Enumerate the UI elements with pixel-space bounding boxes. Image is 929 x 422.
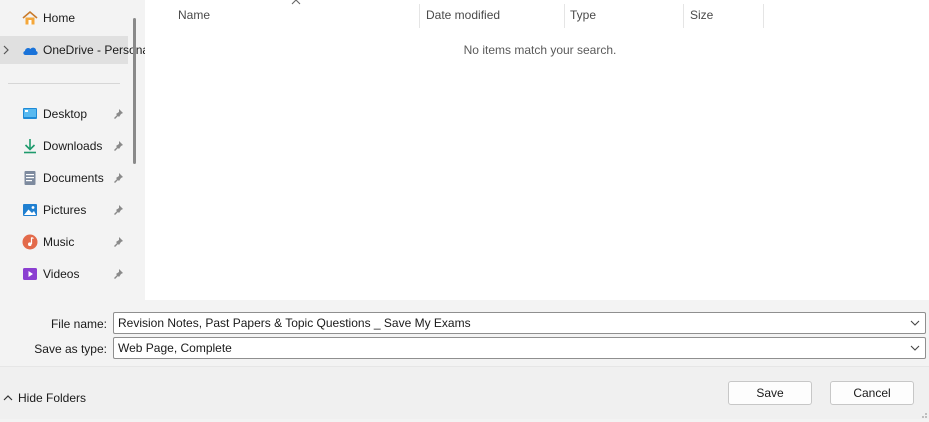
dialog-footer: Hide Folders Save Cancel xyxy=(0,366,929,419)
column-separator[interactable] xyxy=(763,4,764,28)
music-icon xyxy=(21,233,39,251)
document-icon xyxy=(21,169,39,187)
nav-item-label: Music xyxy=(43,235,75,249)
file-list-pane[interactable]: Name Date modified Type Size No items ma… xyxy=(145,0,929,300)
nav-item-pictures[interactable]: Pictures xyxy=(0,196,128,224)
cloud-icon xyxy=(21,41,39,59)
nav-item-label: Pictures xyxy=(43,203,87,217)
folder-icon xyxy=(21,297,39,300)
column-header-date-modified[interactable]: Date modified xyxy=(426,0,500,30)
nav-item-partial[interactable] xyxy=(0,292,128,300)
nav-item-home[interactable]: Home xyxy=(0,4,128,32)
nav-item-label: Documents xyxy=(43,171,104,185)
save-type-label: Save as type: xyxy=(34,342,107,356)
save-button[interactable]: Save xyxy=(728,381,812,405)
empty-message: No items match your search. xyxy=(463,43,617,57)
file-name-row: File name: Revision Notes, Past Papers &… xyxy=(0,312,929,336)
column-separator[interactable] xyxy=(419,4,420,28)
nav-divider xyxy=(8,83,120,84)
resize-grip-icon[interactable] xyxy=(918,408,928,418)
sort-up-icon xyxy=(291,0,301,9)
column-separator[interactable] xyxy=(564,4,565,28)
desktop-icon xyxy=(21,105,39,123)
column-header-size[interactable]: Size xyxy=(690,0,713,30)
nav-item-onedrive[interactable]: OneDrive - Personal xyxy=(0,36,145,64)
nav-item-label: Home xyxy=(43,11,76,25)
nav-item-music[interactable]: Music xyxy=(0,228,128,256)
nav-item-documents[interactable]: Documents xyxy=(0,164,128,192)
hide-folders-label: Hide Folders xyxy=(18,391,87,405)
nav-item-videos[interactable]: Videos xyxy=(0,260,128,288)
pin-icon[interactable] xyxy=(112,268,124,280)
nav-item-label: OneDrive - Personal xyxy=(43,43,145,57)
download-icon xyxy=(21,137,39,155)
pin-icon[interactable] xyxy=(112,140,124,152)
column-header-name[interactable]: Name xyxy=(178,0,210,30)
home-icon xyxy=(21,9,39,27)
file-name-combobox[interactable]: Revision Notes, Past Papers & Topic Ques… xyxy=(113,312,926,334)
column-header-type[interactable]: Type xyxy=(570,0,596,30)
nav-scrollbar[interactable] xyxy=(133,18,136,164)
file-name-label: File name: xyxy=(50,317,107,331)
save-type-value: Web Page, Complete xyxy=(118,341,232,355)
navigation-pane: Home OneDrive - Personal Desktop Downloa… xyxy=(0,0,145,300)
column-separator[interactable] xyxy=(683,4,684,28)
save-type-row: Save as type: Web Page, Complete xyxy=(0,337,929,361)
file-name-input[interactable]: Revision Notes, Past Papers & Topic Ques… xyxy=(118,316,471,330)
chevron-up-icon xyxy=(2,392,14,404)
pin-icon[interactable] xyxy=(112,204,124,216)
save-type-select[interactable]: Web Page, Complete xyxy=(113,337,926,359)
pin-icon[interactable] xyxy=(112,172,124,184)
picture-icon xyxy=(21,201,39,219)
nav-item-label: Desktop xyxy=(43,107,88,121)
video-icon xyxy=(21,265,39,283)
pin-icon[interactable] xyxy=(112,108,124,120)
chevron-down-icon[interactable] xyxy=(909,317,921,329)
nav-item-label: Downloads xyxy=(43,139,103,153)
nav-item-label: Videos xyxy=(43,267,80,281)
hide-folders-button[interactable]: Hide Folders xyxy=(2,389,86,407)
chevron-down-icon[interactable] xyxy=(909,342,921,354)
cancel-button[interactable]: Cancel xyxy=(830,381,914,405)
nav-item-desktop[interactable]: Desktop xyxy=(0,100,128,128)
nav-item-downloads[interactable]: Downloads xyxy=(0,132,128,160)
chevron-right-icon[interactable] xyxy=(2,36,10,64)
pin-icon[interactable] xyxy=(112,236,124,248)
